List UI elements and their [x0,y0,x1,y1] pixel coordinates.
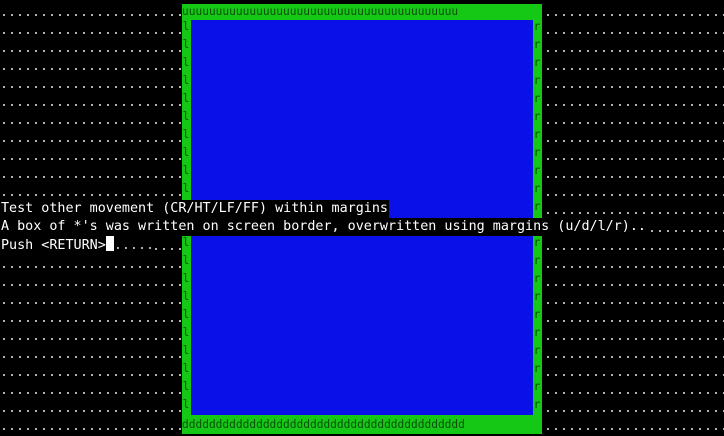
prompt-trailing-dots: ..... [113,238,155,253]
terminal-cursor[interactable] [105,236,114,251]
top-margin-edge: uuuuuuuuuuuuuuuuuuuuuuuuuuuuuuuuuuuuuuuu… [182,5,459,18]
right-margin-edge: r r r r r r r r r r r r r r r r r r r r … [533,20,541,411]
terminal-line-movement-test: Test other movement (CR/HT/LF/FF) within… [0,200,389,218]
terminal-line-box-description: A box of *'s was written on screen borde… [0,218,647,236]
push-return-prompt: Push <RETURN> [1,238,106,253]
terminal-line-prompt: Push <RETURN>..... [0,236,156,254]
bottom-margin-edge: dddddddddddddddddddddddddddddddddddddddd… [182,418,465,431]
